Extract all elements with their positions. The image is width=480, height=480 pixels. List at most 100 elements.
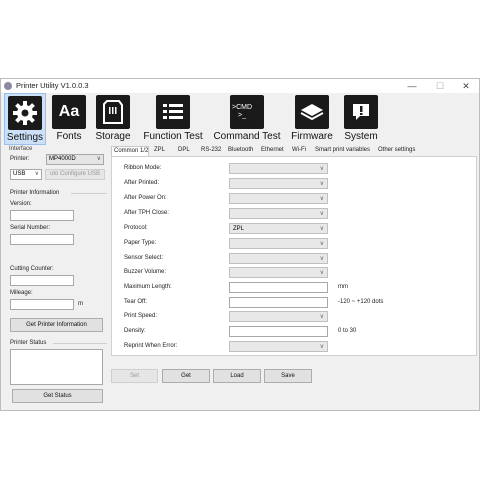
toolbar-settings[interactable]: Settings [4,93,46,145]
chevron-down-icon: ∨ [319,270,324,276]
window-title: Printer Utility V1.0.0.3 [16,81,89,90]
chevron-down-icon: ∨ [96,156,101,162]
mileage-field[interactable] [10,299,74,310]
terminal-icon: >CMD >_ [230,95,264,129]
close-button[interactable]: ✕ [455,79,477,93]
setting-select[interactable]: ∨ [229,238,328,249]
toolbar-label: Command Test [213,131,281,142]
serial-number-field[interactable] [10,234,74,245]
toolbar-label: Firmware [291,131,333,142]
setting-label: Reprint When Error: [124,343,178,349]
save-button[interactable]: Save [264,369,312,383]
toolbar-label: Storage [95,131,131,142]
tab-zpl[interactable]: ZPL [154,146,165,156]
printer-status-box[interactable] [10,349,103,385]
toolbar-function-test[interactable]: Function Test [143,93,203,145]
cutting-counter-field[interactable] [10,275,74,286]
setting-label: After Printed: [124,180,160,186]
toolbar-system[interactable]: System [341,93,381,145]
tab-dpl[interactable]: DPL [178,146,190,156]
setting-label: After TPH Close: [124,210,169,216]
serial-number-label: Serial Number: [10,225,51,231]
printer-status-group-label: Printer Status [10,340,47,346]
setting-label: Protocol: [124,225,148,231]
toolbar-fonts[interactable]: Aa Fonts [50,93,88,145]
setting-select[interactable]: ZPL ∨ [229,223,328,234]
get-status-button[interactable]: Get Status [12,389,103,403]
toolbar: Settings Aa Fonts Storage Function Test … [1,93,479,145]
setting-label: Buzzer Volume: [124,269,167,275]
app-window: Printer Utility V1.0.0.3 — ☐ ✕ Settings … [0,78,480,411]
toolbar-label: System [344,131,378,142]
divider [53,343,107,344]
setting-label: Sensor Select: [124,255,164,261]
tab-smart-print-variables[interactable]: Smart print variables [315,146,370,156]
app-icon [4,82,12,90]
printer-info-group-label: Printer Information [10,190,60,196]
list-icon [156,95,190,129]
chevron-down-icon: ∨ [319,314,324,320]
get-button[interactable]: Get [162,369,210,383]
chevron-down-icon: ∨ [319,181,324,187]
title-bar: Printer Utility V1.0.0.3 — ☐ ✕ [1,79,479,93]
setting-input[interactable] [229,282,328,293]
interface-group-label: Interface [9,146,33,152]
set-button[interactable]: Set [111,369,158,383]
setting-select[interactable]: ∨ [229,178,328,189]
tab-rs232[interactable]: RS-232 [201,146,221,156]
auto-configure-usb-button[interactable]: uto Configure USB Pc [45,169,105,180]
tab-common[interactable]: Common 1/2 [111,146,149,156]
setting-unit: 0 to 30 [338,328,357,334]
toolbar-firmware[interactable]: Firmware [290,93,334,145]
printer-select[interactable]: MP4000D ∨ [46,154,104,165]
tab-wifi[interactable]: Wi-Fi [292,146,306,156]
setting-label: Ribbon Mode: [124,165,162,171]
toolbar-storage[interactable]: Storage [93,93,133,145]
setting-label: Paper Type: [124,240,157,246]
toolbar-command-test[interactable]: >CMD >_ Command Test [213,93,281,145]
chevron-down-icon: ∨ [319,256,324,262]
minimize-button[interactable]: — [401,79,423,93]
chevron-down-icon: ∨ [319,241,324,247]
setting-unit: mm [338,284,348,290]
chevron-down-icon: ∨ [319,196,324,202]
setting-select[interactable]: ∨ [229,193,328,204]
tab-ethernet[interactable]: Ethernet [261,146,284,156]
setting-select[interactable]: ∨ [229,311,328,322]
setting-select[interactable]: ∨ [229,253,328,264]
version-label: Version: [10,201,32,207]
toolbar-label: Settings [6,132,44,143]
setting-select[interactable]: ∨ [229,267,328,278]
sd-card-icon [96,95,130,129]
chevron-down-icon: ∨ [319,226,324,232]
maximize-button[interactable]: ☐ [429,79,451,93]
left-panel: Interface Printer: MP4000D ∨ USB ∨ uto Con… [7,146,109,410]
port-select-value: USB [13,171,26,177]
cutting-counter-label: Cutting Counter: [10,266,54,272]
mileage-label: Mileage: [10,290,33,296]
tab-other-settings[interactable]: Other settings [378,146,415,156]
version-field[interactable] [10,210,74,221]
setting-unit: -120 ~ +120 dots [338,299,384,305]
setting-label: Density: [124,328,146,334]
load-button[interactable]: Load [213,369,261,383]
get-printer-information-button[interactable]: Get Printer Information [10,318,103,332]
tab-bluetooth[interactable]: Bluetooth [228,146,253,156]
printer-select-value: MP4000D [49,156,76,162]
chevron-down-icon: ∨ [34,171,39,177]
chip-icon [295,95,329,129]
setting-label: Tear Off: [124,299,147,305]
setting-label: After Power On: [124,195,167,201]
setting-select[interactable]: ∨ [229,341,328,352]
setting-label: Maximum Length: [124,284,172,290]
chevron-down-icon: ∨ [319,211,324,217]
chevron-down-icon: ∨ [319,344,324,350]
toolbar-label: Function Test [143,131,203,142]
setting-select[interactable]: ∨ [229,208,328,219]
setting-input[interactable] [229,297,328,308]
port-select[interactable]: USB ∨ [10,169,42,180]
setting-input[interactable] [229,326,328,337]
font-icon: Aa [52,95,86,129]
setting-select[interactable]: ∨ [229,163,328,174]
mileage-unit: m [78,301,83,307]
